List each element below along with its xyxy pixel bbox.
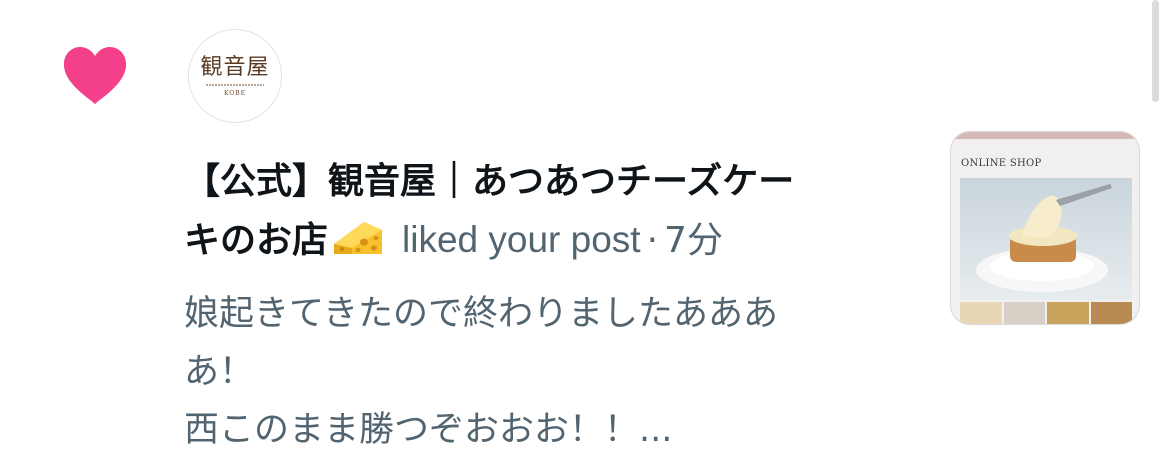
heart-icon	[62, 46, 128, 106]
avatar-logo-subline	[206, 84, 264, 86]
account-name[interactable]: 【公式】観音屋｜あつあつチーズケー	[184, 156, 904, 208]
cheesecake-photo	[960, 178, 1132, 300]
thumbnail-header-bar	[951, 132, 1139, 139]
cheese-icon	[330, 218, 386, 258]
separator: ·	[646, 220, 659, 261]
avatar[interactable]: 観音屋 KOBE	[188, 29, 282, 123]
action-text: liked your post	[402, 219, 641, 260]
post-preview-line: あ！	[184, 352, 255, 392]
timestamp: 7分	[664, 220, 723, 261]
avatar-logo-subtitle: KOBE	[223, 90, 247, 97]
thumbnail-label: ONLINE SHOP	[961, 158, 1042, 169]
avatar-logo-text: 観音屋	[200, 55, 270, 80]
post-preview-line: 西このまま勝つぞおおお！！...	[184, 410, 673, 450]
post-preview[interactable]: 娘起きてきたので終わりましたあああ あ！ 西このまま勝つぞおおお！！...	[184, 285, 914, 459]
notification-text: キのお店 liked your post · 7分	[184, 214, 924, 267]
account-name-line2[interactable]: キのお店	[184, 220, 328, 261]
post-thumbnail[interactable]: ONLINE SHOP	[950, 131, 1140, 325]
post-preview-line: 娘起きてきたので終わりましたあああ	[184, 294, 778, 334]
account-name-line1: 【公式】観音屋｜あつあつチーズケー	[184, 161, 795, 202]
thumbnail-strip	[960, 302, 1132, 324]
scrollbar[interactable]	[1152, 0, 1159, 102]
like-notification[interactable]: 観音屋 KOBE 【公式】観音屋｜あつあつチーズケー キのお店 liked yo…	[0, 0, 1169, 466]
